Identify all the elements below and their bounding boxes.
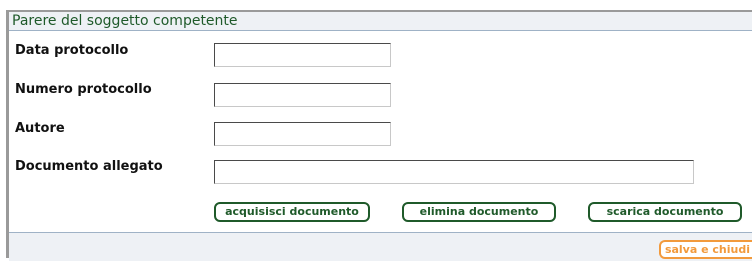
documento-allegato-input[interactable] [214,160,694,184]
section-title: Parere del soggetto competente [9,12,752,31]
numero-protocollo-label: Numero protocollo [15,82,152,97]
parere-panel: Parere del soggetto competente Data prot… [6,10,752,261]
autore-label: Autore [15,121,65,136]
autore-input[interactable] [214,122,391,146]
data-protocollo-label: Data protocollo [15,43,129,58]
salva-e-chiudi-button[interactable]: salva e chiudi [658,240,752,259]
footer-bar: salva e chiudi [9,232,752,261]
acquisisci-documento-button[interactable]: acquisisci documento [214,202,370,222]
documento-allegato-label: Documento allegato [15,159,163,174]
scarica-documento-button[interactable]: scarica documento [588,202,742,222]
elimina-documento-button[interactable]: elimina documento [402,202,556,222]
data-protocollo-input[interactable] [214,43,391,67]
numero-protocollo-input[interactable] [214,83,391,107]
